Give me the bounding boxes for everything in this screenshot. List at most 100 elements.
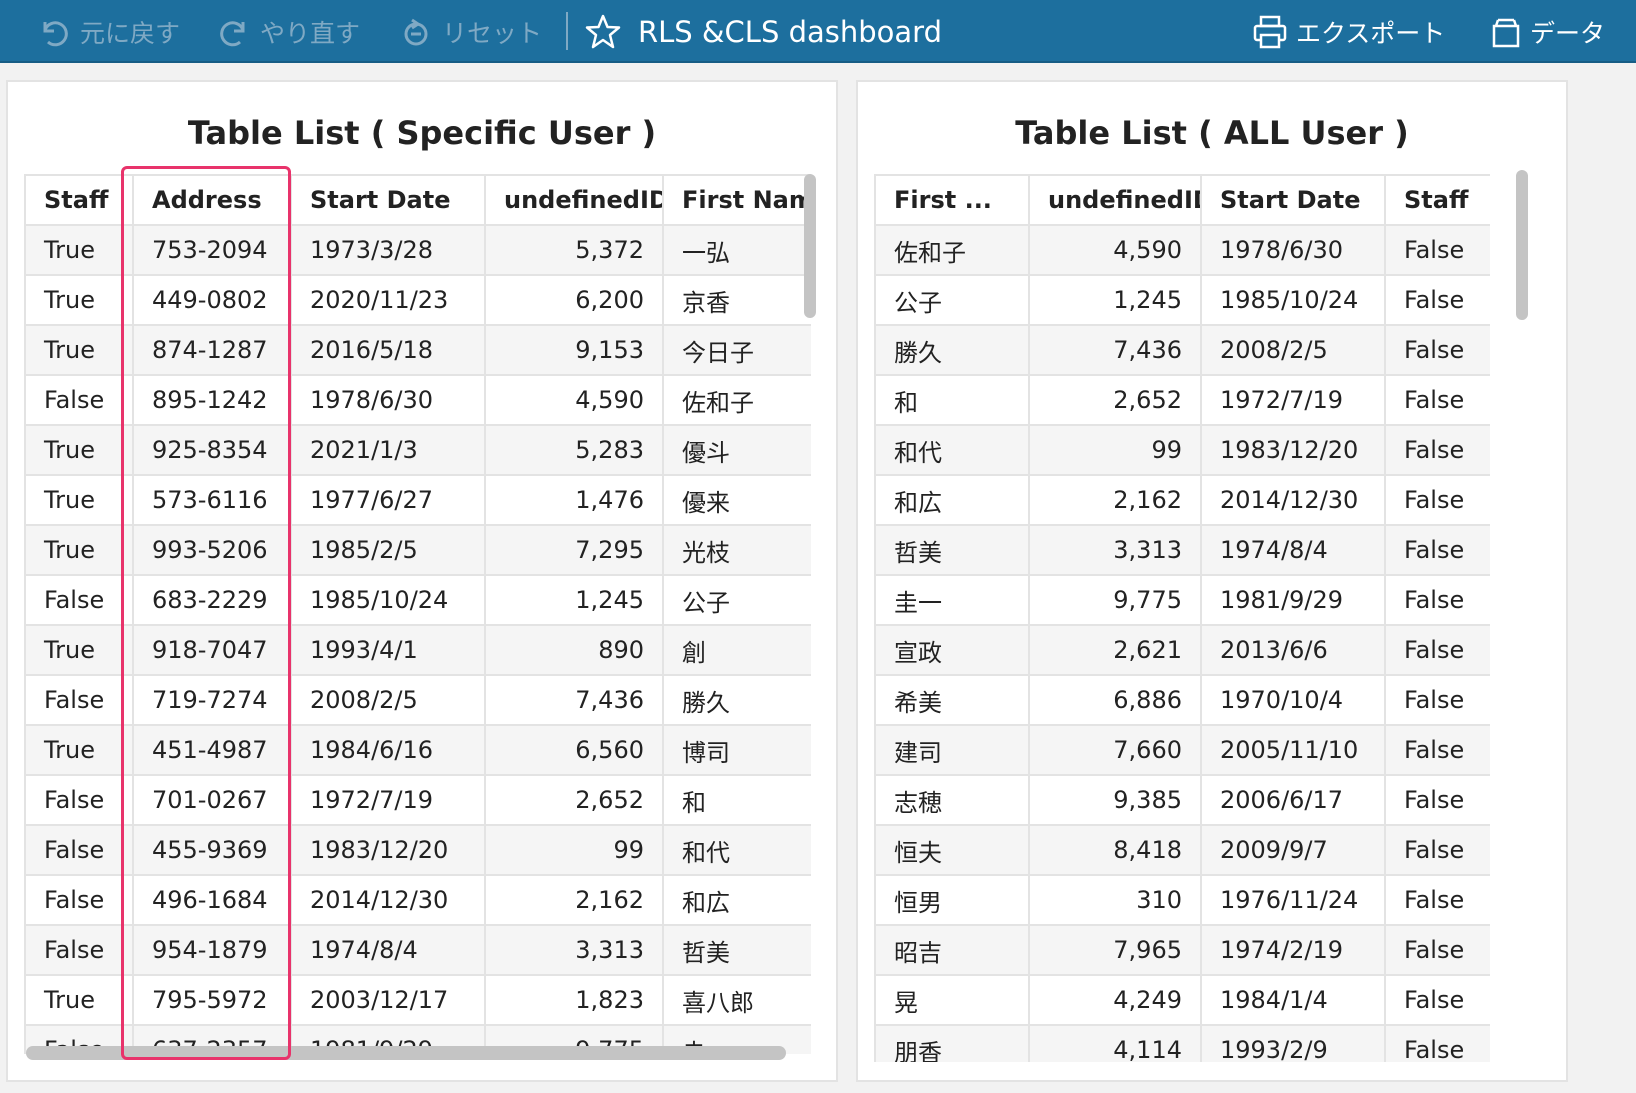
table-row[interactable]: True 449-0802 2020/11/23 6,200 京香: [24, 275, 811, 326]
cell-start-date: 1973/3/28: [291, 225, 486, 276]
cell-staff: False: [1385, 875, 1490, 926]
table-row[interactable]: 建司 7,660 2005/11/10 False: [874, 725, 1490, 776]
table-row[interactable]: True 753-2094 1973/3/28 5,372 一弘: [24, 225, 811, 276]
cell-first-name: 朋香: [874, 1025, 1030, 1062]
table-row[interactable]: True 993-5206 1985/2/5 7,295 光枝: [24, 525, 811, 576]
column-header-staff[interactable]: Staff: [1385, 174, 1490, 226]
cell-start-date: 1993/4/1: [291, 625, 486, 676]
cell-address: 954-1879: [133, 925, 292, 976]
cell-address: 455-9369: [133, 825, 292, 876]
cell-first-name: 哲美: [874, 525, 1030, 576]
column-header-undefined-id[interactable]: undefinedID: [1029, 174, 1202, 226]
printer-icon: [1253, 15, 1287, 48]
cell-first-name: 光枝: [663, 525, 811, 576]
cell-undefined-id: 7,436: [485, 675, 664, 726]
table-row[interactable]: 公子 1,245 1985/10/24 False: [874, 275, 1490, 326]
cell-undefined-id: 5,283: [485, 425, 664, 476]
cell-address: 925-8354: [133, 425, 292, 476]
cell-start-date: 2016/5/18: [291, 325, 486, 376]
table-row[interactable]: 恒夫 8,418 2009/9/7 False: [874, 825, 1490, 876]
table-row[interactable]: 勝久 7,436 2008/2/5 False: [874, 325, 1490, 376]
cell-staff: False: [1385, 475, 1490, 526]
table-row[interactable]: False 455-9369 1983/12/20 99 和代: [24, 825, 811, 876]
table-row[interactable]: False 496-1684 2014/12/30 2,162 和広: [24, 875, 811, 926]
table-row[interactable]: 希美 6,886 1970/10/4 False: [874, 675, 1490, 726]
cell-staff: True: [24, 525, 134, 576]
table-row[interactable]: True 874-1287 2016/5/18 9,153 今日子: [24, 325, 811, 376]
column-header-first-name[interactable]: First Name: [663, 174, 811, 226]
data-button[interactable]: データ: [1490, 0, 1605, 63]
cell-first-name: 建司: [874, 725, 1030, 776]
cell-undefined-id: 99: [485, 825, 664, 876]
table-row[interactable]: True 573-6116 1977/6/27 1,476 優来: [24, 475, 811, 526]
table-row[interactable]: False 895-1242 1978/6/30 4,590 佐和子: [24, 375, 811, 426]
cell-first-name: 晃: [874, 975, 1030, 1026]
table-row[interactable]: 宣政 2,621 2013/6/6 False: [874, 625, 1490, 676]
cell-start-date: 1977/6/27: [291, 475, 486, 526]
horizontal-scrollbar[interactable]: [26, 1046, 786, 1060]
table-row[interactable]: 晃 4,249 1984/1/4 False: [874, 975, 1490, 1026]
cell-address: 451-4987: [133, 725, 292, 776]
table-row[interactable]: 和代 99 1983/12/20 False: [874, 425, 1490, 476]
table-row[interactable]: True 925-8354 2021/1/3 5,283 優斗: [24, 425, 811, 476]
cell-undefined-id: 9,153: [485, 325, 664, 376]
table-row[interactable]: 和広 2,162 2014/12/30 False: [874, 475, 1490, 526]
vertical-scrollbar[interactable]: [804, 174, 816, 318]
table-row[interactable]: False 954-1879 1974/8/4 3,313 哲美: [24, 925, 811, 976]
column-header-address[interactable]: Address: [133, 174, 292, 226]
cell-staff: False: [1385, 425, 1490, 476]
cell-start-date: 1972/7/19: [1201, 375, 1386, 426]
redo-button[interactable]: やり直す: [216, 0, 360, 63]
cell-start-date: 1974/8/4: [1201, 525, 1386, 576]
star-icon[interactable]: [584, 13, 622, 51]
cell-first-name: 和広: [874, 475, 1030, 526]
toolbar-divider: [566, 12, 568, 50]
cell-first-name: 圭一: [874, 575, 1030, 626]
cell-first-name: 昭吉: [874, 925, 1030, 976]
export-button[interactable]: エクスポート: [1252, 0, 1445, 63]
column-header-first-name[interactable]: First ...: [874, 174, 1030, 226]
cell-first-name: 和広: [663, 875, 811, 926]
cell-start-date: 2014/12/30: [291, 875, 486, 926]
table-row[interactable]: 和 2,652 1972/7/19 False: [874, 375, 1490, 426]
table-row[interactable]: 佐和子 4,590 1978/6/30 False: [874, 225, 1490, 276]
cell-first-name: 勝久: [874, 325, 1030, 376]
redo-label: やり直す: [260, 18, 361, 48]
table-viewport[interactable]: First ... undefinedID Start Date Staff 佐…: [874, 174, 1490, 1062]
cell-undefined-id: 7,660: [1029, 725, 1202, 776]
cell-undefined-id: 6,200: [485, 275, 664, 326]
column-header-staff[interactable]: Staff: [24, 174, 134, 226]
table-row[interactable]: 圭一 9,775 1981/9/29 False: [874, 575, 1490, 626]
table-viewport[interactable]: Staff Address Start Date undefinedID Fir…: [24, 174, 811, 1054]
table-row[interactable]: True 451-4987 1984/6/16 6,560 博司: [24, 725, 811, 776]
table-row[interactable]: 志穂 9,385 2006/6/17 False: [874, 775, 1490, 826]
cell-address: 683-2229: [133, 575, 292, 626]
reset-button[interactable]: リセット: [398, 0, 542, 63]
undo-button[interactable]: 元に戻す: [36, 0, 180, 63]
cell-first-name: 今日子: [663, 325, 811, 376]
table-row[interactable]: False 701-0267 1972/7/19 2,652 和: [24, 775, 811, 826]
reset-label: リセット: [442, 18, 543, 48]
table-row[interactable]: 朋香 4,114 1993/2/9 False: [874, 1025, 1490, 1062]
column-header-start-date[interactable]: Start Date: [1201, 174, 1386, 226]
table-row[interactable]: False 719-7274 2008/2/5 7,436 勝久: [24, 675, 811, 726]
table-row[interactable]: 昭吉 7,965 1974/2/19 False: [874, 925, 1490, 976]
cell-start-date: 1972/7/19: [291, 775, 486, 826]
table-row[interactable]: False 683-2229 1985/10/24 1,245 公子: [24, 575, 811, 626]
column-header-start-date[interactable]: Start Date: [291, 174, 486, 226]
cell-undefined-id: 1,245: [485, 575, 664, 626]
cell-staff: False: [1385, 625, 1490, 676]
cell-undefined-id: 7,295: [485, 525, 664, 576]
cell-first-name: 恒夫: [874, 825, 1030, 876]
table-row[interactable]: 恒男 310 1976/11/24 False: [874, 875, 1490, 926]
table-row[interactable]: True 795-5972 2003/12/17 1,823 喜八郎: [24, 975, 811, 1026]
cell-start-date: 1976/11/24: [1201, 875, 1386, 926]
table-row[interactable]: 哲美 3,313 1974/8/4 False: [874, 525, 1490, 576]
cell-staff: False: [24, 875, 134, 926]
cell-staff: False: [1385, 325, 1490, 376]
cell-undefined-id: 99: [1029, 425, 1202, 476]
cell-undefined-id: 2,162: [485, 875, 664, 926]
vertical-scrollbar[interactable]: [1516, 170, 1528, 320]
table-row[interactable]: True 918-7047 1993/4/1 890 創: [24, 625, 811, 676]
column-header-undefined-id[interactable]: undefinedID: [485, 174, 664, 226]
